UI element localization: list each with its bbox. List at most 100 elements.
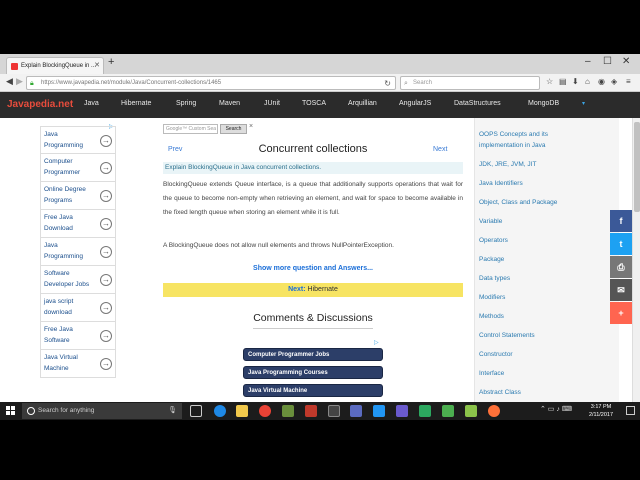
site-logo[interactable]: Javapedia.net <box>7 99 73 110</box>
maximize-icon[interactable]: ☐ <box>603 56 612 67</box>
home-icon[interactable]: ⌂ <box>585 77 590 86</box>
ad-link[interactable]: Java Virtual Machine → <box>40 350 116 378</box>
menu-icon[interactable]: ≡ <box>626 77 631 86</box>
ad-link[interactable]: Free Java Software → <box>40 322 116 350</box>
sidebar-link-oops[interactable]: OOPS Concepts and its <box>479 131 548 138</box>
system-tray-icons[interactable]: ⌃ ▭ ♪ ⌨ <box>540 405 572 413</box>
ad-link[interactable]: Java Programming → <box>40 126 116 154</box>
ad-link[interactable]: Java Programming → <box>40 238 116 266</box>
ad-link[interactable]: java script download → <box>40 294 116 322</box>
sidebar-link-modifiers[interactable]: Modifiers <box>479 294 505 301</box>
ad-label: Java Virtual Machine <box>44 354 78 372</box>
ad-choices-icon[interactable]: ▷ <box>374 339 379 346</box>
nav-link-hibernate[interactable]: Hibernate <box>121 100 151 107</box>
browser-search-box[interactable]: ⌕ Search <box>400 76 540 90</box>
ad-button[interactable]: Java Programming Courses <box>243 366 383 379</box>
prev-link[interactable]: Prev <box>168 146 182 153</box>
ad-button[interactable]: Java Virtual Machine <box>243 384 383 397</box>
nav-link-mongodb[interactable]: MongoDB <box>528 100 559 107</box>
windows-start-icon[interactable] <box>6 406 16 416</box>
taskbar-search[interactable]: Search for anything 🎙︎ <box>22 403 182 419</box>
url-bar[interactable]: 🔒︎ https://www.javapedia.net/module/Java… <box>26 76 396 90</box>
left-ad-column: Java Programming → Computer Programmer → O… <box>40 126 116 378</box>
more-share-icon[interactable]: + <box>610 302 632 324</box>
clear-search-icon[interactable]: × <box>249 123 253 130</box>
nav-link-java[interactable]: Java <box>84 100 99 107</box>
forward-icon[interactable]: ▶ <box>16 76 23 87</box>
nav-link-junit[interactable]: JUnit <box>264 100 280 107</box>
next-link[interactable]: Next <box>433 146 447 153</box>
minimize-icon[interactable]: – <box>585 56 591 67</box>
sidebar-link-identifiers[interactable]: Java Identifiers <box>479 180 523 187</box>
sidebar-link-jdk[interactable]: JDK, JRE, JVM, JIT <box>479 161 536 168</box>
browser-tab[interactable]: Explain BlockingQueue in ... ✕ <box>6 57 104 74</box>
library-icon[interactable]: ▤ <box>559 77 567 86</box>
app-icon[interactable] <box>282 405 294 417</box>
reload-icon[interactable]: ↻ <box>384 77 391 89</box>
clock[interactable]: 3:17 PM 2/11/2017 <box>580 403 622 419</box>
next-topic-bar[interactable]: Next: Hibernate <box>163 283 463 297</box>
ad-link[interactable]: Computer Programmer → <box>40 154 116 182</box>
star-icon[interactable]: ☆ <box>546 77 553 86</box>
ad-link[interactable]: Software Developer Jobs → <box>40 266 116 294</box>
app-icon[interactable] <box>465 405 477 417</box>
firefox-icon[interactable] <box>488 405 500 417</box>
sidebar-link-control[interactable]: Control Statements <box>479 332 535 339</box>
nav-link-angularjs[interactable]: AngularJS <box>399 100 431 107</box>
next-topic-link[interactable]: Hibernate <box>308 286 338 293</box>
file-explorer-icon[interactable] <box>236 405 248 417</box>
sidebar-link-oops-cont[interactable]: implementation in Java <box>479 142 545 149</box>
arrow-right-icon: → <box>100 274 112 286</box>
ad-link[interactable]: Free Java Download → <box>40 210 116 238</box>
notifications-icon[interactable] <box>626 406 635 415</box>
sidebar-link-package[interactable]: Package <box>479 256 504 263</box>
window-close-icon[interactable]: ✕ <box>622 56 630 67</box>
new-tab-icon[interactable]: + <box>108 56 114 68</box>
mail-icon[interactable] <box>373 405 385 417</box>
sidebar-link-datatypes[interactable]: Data types <box>479 275 510 282</box>
download-icon[interactable]: ⬇ <box>572 77 579 86</box>
sidebar-link-variable[interactable]: Variable <box>479 218 502 225</box>
task-view-icon[interactable] <box>190 405 202 417</box>
pocket-icon[interactable]: ◉ <box>598 77 605 86</box>
sidebar-link-constructor[interactable]: Constructor <box>479 351 513 358</box>
microphone-icon[interactable]: 🎙︎ <box>168 403 177 419</box>
edge-icon[interactable] <box>214 405 226 417</box>
nav-link-tosca[interactable]: TOSCA <box>302 100 326 107</box>
taskbar-search-text: Search for anything <box>38 407 95 414</box>
sidebar-link-operators[interactable]: Operators <box>479 237 508 244</box>
facebook-share-icon[interactable]: f <box>610 210 632 232</box>
page-scrollbar[interactable] <box>632 118 640 402</box>
terminal-icon[interactable] <box>328 405 340 417</box>
email-share-icon[interactable]: ✉ <box>610 279 632 301</box>
ad-button[interactable]: Computer Programmer Jobs <box>243 348 383 361</box>
sidebar-link-object-class[interactable]: Object, Class and Package <box>479 199 557 206</box>
sidebar-link-interface[interactable]: Interface <box>479 370 504 377</box>
chrome-icon[interactable] <box>259 405 271 417</box>
visual-studio-icon[interactable] <box>396 405 408 417</box>
browser-tab-bar: Explain BlockingQueue in ... ✕ + – ☐ ✕ <box>0 54 640 74</box>
nav-link-arquillian[interactable]: Arquillian <box>348 100 377 107</box>
scrollbar-thumb[interactable] <box>634 122 640 212</box>
app-icon[interactable] <box>305 405 317 417</box>
sidebar-link-abstract[interactable]: Abstract Class <box>479 389 521 396</box>
nav-link-spring[interactable]: Spring <box>176 100 196 107</box>
shield-icon[interactable]: ◈ <box>611 77 617 86</box>
ad-label: Java Programming <box>44 131 84 149</box>
app-icon[interactable] <box>442 405 454 417</box>
nav-dropdown-icon[interactable]: ▾ <box>582 100 585 107</box>
print-icon[interactable]: ⎙ <box>610 256 632 278</box>
show-more-link[interactable]: Show more question and Answers... <box>163 265 463 272</box>
tab-close-icon[interactable]: ✕ <box>94 58 100 74</box>
tab-title: Explain BlockingQueue in ... <box>21 63 97 69</box>
twitter-share-icon[interactable]: t <box>610 233 632 255</box>
ad-link[interactable]: Online Degree Programs → <box>40 182 116 210</box>
site-search-button[interactable]: Search <box>220 124 247 134</box>
photos-icon[interactable] <box>419 405 431 417</box>
sidebar-link-methods[interactable]: Methods <box>479 313 504 320</box>
nav-link-maven[interactable]: Maven <box>219 100 240 107</box>
app-icon[interactable] <box>350 405 362 417</box>
nav-link-datastructures[interactable]: DataStructures <box>454 100 501 107</box>
back-icon[interactable]: ◀ <box>6 76 13 87</box>
site-search-input[interactable]: Google™ Custom Sea <box>163 124 218 134</box>
